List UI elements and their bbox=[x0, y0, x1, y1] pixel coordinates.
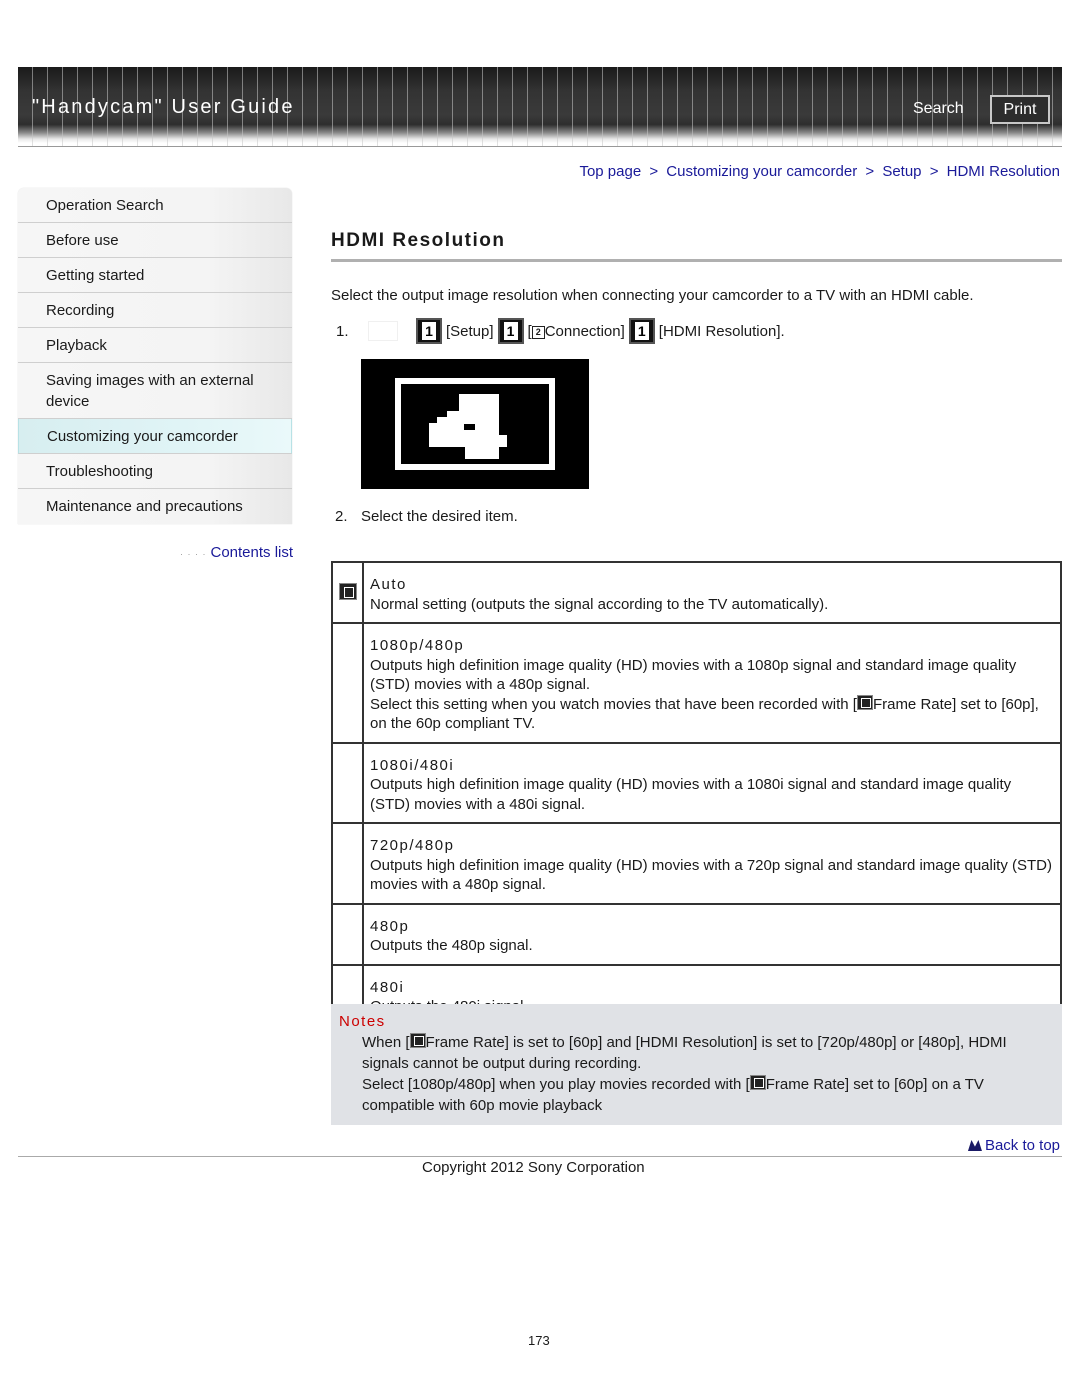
breadcrumb-hdmi-resolution[interactable]: HDMI Resolution bbox=[947, 163, 1060, 180]
header-divider bbox=[18, 146, 1062, 147]
note-item: Select [1080p/480p] when you play movies… bbox=[362, 1075, 984, 1114]
back-to-top-link[interactable]: Back to top bbox=[967, 1137, 1060, 1154]
option-extra-before: Select this setting when you watch movie… bbox=[370, 695, 857, 713]
step-2: 2. Select the desired item. bbox=[335, 508, 518, 525]
screen-frame bbox=[395, 378, 555, 470]
table-row: Auto Normal setting (outputs the signal … bbox=[331, 561, 1062, 624]
breadcrumb-separator: > bbox=[929, 163, 939, 180]
sidebar-item-troubleshooting[interactable]: Troubleshooting bbox=[18, 454, 292, 489]
options-table: Auto Normal setting (outputs the signal … bbox=[331, 561, 1062, 1027]
table-row: 720p/480p Outputs high definition image … bbox=[331, 822, 1062, 905]
table-row: 1080p/480p Outputs high definition image… bbox=[331, 622, 1062, 744]
option-name: 720p/480p bbox=[370, 837, 455, 854]
back-to-top-label: Back to top bbox=[984, 1137, 1060, 1154]
sidebar-item-customizing[interactable]: Customizing your camcorder bbox=[18, 419, 292, 454]
breadcrumb-separator: > bbox=[865, 163, 875, 180]
touch-icon: 1 bbox=[497, 318, 524, 344]
sidebar-item-maintenance[interactable]: Maintenance and precautions bbox=[18, 489, 292, 524]
breadcrumb-setup[interactable]: Setup bbox=[882, 163, 921, 180]
sidebar-item-recording[interactable]: Recording bbox=[18, 293, 292, 328]
frame-rate-icon bbox=[856, 694, 873, 710]
sidebar-item-before-use[interactable]: Before use bbox=[18, 223, 292, 258]
option-description: Outputs high definition image quality (H… bbox=[370, 776, 1012, 813]
sidebar-item-getting-started[interactable]: Getting started bbox=[18, 258, 292, 293]
step-hdmi-text: [HDMI Resolution]. bbox=[658, 322, 785, 340]
footer-divider bbox=[18, 1156, 1062, 1157]
screen-illustration bbox=[361, 359, 589, 489]
step-number: 1. bbox=[336, 322, 349, 340]
option-description: Outputs the 480p signal. bbox=[370, 937, 533, 954]
option-name: 1080i/480i bbox=[370, 756, 455, 774]
table-row: 480p Outputs the 480p signal. bbox=[331, 902, 1062, 966]
frame-rate-icon bbox=[749, 1075, 766, 1090]
table-row: 1080i/480i Outputs high definition image… bbox=[331, 741, 1062, 824]
option-description: Outputs high definition image quality (H… bbox=[370, 656, 1017, 694]
step-1: 1. 1 [Setup] 1 [ 2 Connection] 1 [HDMI R… bbox=[336, 318, 785, 344]
touch-icon: 1 bbox=[416, 318, 442, 344]
option-name: 480p bbox=[370, 917, 410, 935]
page-title: HDMI Resolution bbox=[331, 230, 506, 251]
intro-text: Select the output image resolution when … bbox=[331, 287, 974, 304]
sidebar-item-saving-images[interactable]: Saving images with an external device bbox=[18, 363, 292, 419]
page-number: 173 bbox=[528, 1333, 550, 1348]
option-description: Normal setting (outputs the signal accor… bbox=[370, 595, 829, 613]
print-button[interactable]: Print bbox=[990, 95, 1050, 124]
sidebar-item-operation-search[interactable]: Operation Search bbox=[18, 188, 292, 223]
copyright: Copyright 2012 Sony Corporation bbox=[422, 1159, 645, 1176]
back-to-top-icon bbox=[967, 1140, 982, 1151]
frame-rate-icon bbox=[409, 1033, 426, 1048]
breadcrumb-customizing[interactable]: Customizing your camcorder bbox=[666, 163, 857, 180]
option-name: Auto bbox=[370, 576, 407, 593]
contents-list-label: Contents list bbox=[210, 544, 294, 561]
option-description: Outputs high definition image quality (H… bbox=[370, 856, 1053, 894]
breadcrumb: Top page > Customizing your camcorder > … bbox=[579, 163, 1060, 180]
app-title: "Handycam" User Guide bbox=[32, 96, 295, 118]
notes-box: Notes When [Frame Rate] is set to [60p] … bbox=[331, 1004, 1062, 1125]
header-banner: "Handycam" User Guide Search Print bbox=[18, 67, 1062, 147]
default-setting-icon bbox=[338, 583, 357, 601]
step-connection-text: Connection] bbox=[544, 322, 625, 340]
option-name: 480i bbox=[370, 978, 405, 996]
step-setup-text: [Setup] bbox=[446, 322, 494, 340]
step-text: Select the desired item. bbox=[361, 508, 518, 525]
option-name: 1080p/480p bbox=[370, 637, 465, 654]
search-button[interactable]: Search bbox=[913, 100, 964, 118]
sidebar-nav: Operation Search Before use Getting star… bbox=[18, 188, 292, 524]
notes-title: Notes bbox=[339, 1013, 386, 1030]
menu-icon bbox=[368, 321, 398, 341]
touch-icon: 1 bbox=[628, 318, 655, 344]
contents-list-link[interactable]: · · · · Contents list bbox=[180, 544, 293, 561]
breadcrumb-top-page[interactable]: Top page bbox=[579, 163, 641, 180]
note-item: When [Frame Rate] is set to [60p] and [H… bbox=[362, 1033, 1007, 1072]
breadcrumb-separator: > bbox=[649, 163, 659, 180]
sidebar-item-playback[interactable]: Playback bbox=[18, 328, 292, 363]
step-number: 2. bbox=[335, 508, 348, 525]
digit-4-icon bbox=[429, 394, 507, 459]
title-divider bbox=[331, 259, 1062, 262]
connection-icon: 2 bbox=[531, 325, 545, 339]
dots-icon: · · · · bbox=[180, 549, 207, 559]
